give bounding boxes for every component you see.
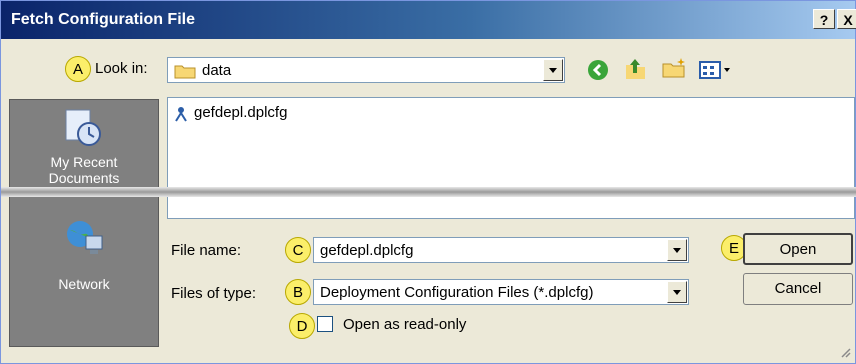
cancel-button[interactable]: Cancel xyxy=(743,273,853,305)
title-bar[interactable]: Fetch Configuration File ? X xyxy=(1,1,856,39)
close-button[interactable]: X xyxy=(837,9,856,29)
files-of-type-value: Deployment Configuration Files (*.dplcfg… xyxy=(320,284,594,301)
chevron-down-icon[interactable] xyxy=(667,239,687,261)
chevron-down-icon[interactable] xyxy=(667,281,687,303)
network-icon[interactable] xyxy=(64,218,106,261)
places-item-recent-documents[interactable]: My Recent Documents xyxy=(10,154,158,186)
callout-marker-b: B xyxy=(285,279,311,305)
open-button[interactable]: Open xyxy=(743,233,853,265)
places-bar: My Recent Documents Network xyxy=(9,99,159,347)
callout-marker-d: D xyxy=(289,313,315,339)
new-folder-icon[interactable] xyxy=(661,57,687,82)
config-file-icon xyxy=(174,106,188,125)
read-only-checkbox[interactable] xyxy=(317,316,333,332)
file-name-input[interactable]: gefdepl.dplcfg xyxy=(313,237,689,263)
chevron-down-icon[interactable] xyxy=(543,59,563,81)
files-of-type-dropdown[interactable]: Deployment Configuration Files (*.dplcfg… xyxy=(313,279,689,305)
file-list[interactable]: gefdepl.dplcfg xyxy=(167,97,855,219)
recent-documents-label-1: My Recent xyxy=(50,154,118,170)
look-in-dropdown[interactable]: data xyxy=(167,57,565,83)
file-name-text: gefdepl.dplcfg xyxy=(194,104,288,121)
dialog-title: Fetch Configuration File xyxy=(11,11,195,28)
look-in-value: data xyxy=(202,62,232,79)
folder-icon xyxy=(174,63,196,82)
callout-marker-c: C xyxy=(285,237,311,263)
back-icon[interactable] xyxy=(587,59,609,84)
recent-documents-icon[interactable] xyxy=(62,106,104,151)
look-in-label: Look in: xyxy=(95,60,148,77)
places-item-network[interactable]: Network xyxy=(10,276,158,292)
file-name-value: gefdepl.dplcfg xyxy=(320,242,414,259)
screenshot-tear-divider xyxy=(1,187,856,197)
recent-documents-label-2: Documents xyxy=(48,170,120,186)
read-only-label: Open as read-only xyxy=(343,316,467,333)
up-folder-icon[interactable] xyxy=(623,57,647,84)
fetch-configuration-dialog: Fetch Configuration File ? X A Look in: … xyxy=(0,0,856,364)
view-menu-icon[interactable] xyxy=(699,61,733,82)
file-name-label: File name: xyxy=(171,242,242,259)
files-of-type-label: Files of type: xyxy=(171,285,257,302)
resize-grip-icon[interactable] xyxy=(839,345,851,361)
callout-marker-a: A xyxy=(65,56,91,82)
help-button[interactable]: ? xyxy=(813,9,835,29)
